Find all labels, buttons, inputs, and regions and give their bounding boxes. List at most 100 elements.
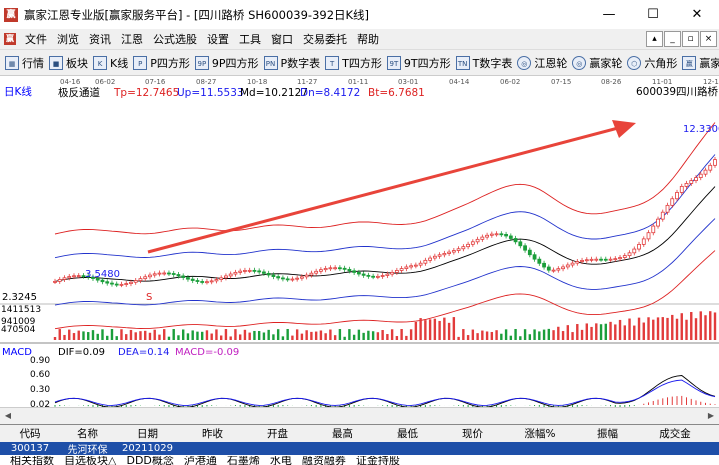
candle-body: [347, 268, 352, 272]
candle-body: [632, 248, 637, 254]
macd-axis: 0.900.600.300.02: [30, 356, 50, 410]
candle-body: [181, 275, 186, 278]
column-header[interactable]: 最低: [375, 426, 440, 441]
volume-bar: [628, 318, 631, 340]
column-header[interactable]: 名称: [60, 426, 115, 441]
volume-bar: [500, 333, 503, 340]
bt-value: Bt=6.7681: [368, 87, 425, 99]
kline-chart[interactable]: 04-16 06-02 07-16 08-27 10-18 11-27 01-11 03-01…: [0, 76, 719, 410]
macd-dif: DIF=0.09: [58, 347, 105, 358]
menu-browse[interactable]: 浏览: [52, 31, 84, 47]
sector-tab[interactable]: 证金持股: [356, 456, 400, 465]
volume-bar: [538, 331, 541, 340]
column-header[interactable]: 代码: [0, 426, 60, 441]
table-cell: 300137: [10, 443, 50, 454]
column-header[interactable]: 日期: [115, 426, 180, 441]
menu-help[interactable]: 帮助: [352, 31, 384, 47]
volume-bar: [395, 336, 399, 340]
candle-body: [594, 258, 599, 261]
close-button[interactable]: ✕: [675, 0, 719, 29]
candle-body: [195, 280, 200, 282]
toolbar-winner-wheel-button[interactable]: ◎ 赢家轮: [572, 55, 622, 71]
menu-gann[interactable]: 江恩: [116, 31, 148, 47]
trend-arrow-icon: [147, 120, 636, 254]
sector-tab[interactable]: 自选板块△: [64, 456, 116, 465]
menu-settings[interactable]: 设置: [202, 31, 234, 47]
mdi-up-button[interactable]: ▴: [646, 31, 663, 47]
candle-body: [290, 278, 295, 281]
band-mid: [54, 186, 716, 282]
menu-tools[interactable]: 工具: [234, 31, 266, 47]
candle-body: [114, 283, 119, 286]
menu-window[interactable]: 窗口: [266, 31, 298, 47]
candle-body: [171, 273, 176, 275]
sector-tab[interactable]: 相关指数: [10, 456, 54, 465]
sector-tab[interactable]: 融资融券: [302, 456, 346, 465]
volume-bar: [267, 329, 270, 340]
column-header[interactable]: 现价: [440, 426, 505, 441]
candle-body: [257, 270, 262, 273]
mdi-restore-button[interactable]: ▫: [682, 31, 699, 47]
menu-trade[interactable]: 交易委托: [298, 31, 352, 47]
candle-body: [713, 159, 717, 166]
toolbar-p-square-button[interactable]: P P四方形: [133, 55, 190, 71]
scroll-right-icon[interactable]: ▶: [705, 410, 717, 422]
column-header[interactable]: 昨收: [180, 426, 245, 441]
mdi-minimize-button[interactable]: _: [664, 31, 681, 47]
candle-body: [62, 277, 67, 280]
dn-value: Dn=8.4172: [300, 87, 360, 99]
volume-bar: [671, 314, 674, 340]
toolbar-hexagon-button[interactable]: ⬡ 六角形: [627, 55, 677, 71]
p-square-icon: P: [133, 55, 148, 70]
volume-bar: [120, 329, 123, 340]
menu-file[interactable]: 文件: [20, 31, 52, 47]
k-line-icon: K: [93, 55, 107, 70]
scroll-left-icon[interactable]: ◀: [2, 410, 14, 422]
toolbar-9p-square-button[interactable]: 9P 9P四方形: [194, 55, 259, 71]
toolbar-k-line-button[interactable]: K K线: [93, 55, 128, 71]
column-header[interactable]: 最高: [310, 426, 375, 441]
table-row[interactable]: 300137 先河环保 20211029: [0, 442, 719, 456]
volume-bar: [666, 317, 669, 340]
mdi-close-button[interactable]: ×: [700, 31, 717, 47]
toolbar-t-square-button[interactable]: T T四方形: [325, 55, 382, 71]
volume-bar: [362, 332, 365, 340]
volume-bar: [571, 332, 574, 340]
toolbar-gann-wheel-button[interactable]: ◎ 江恩轮: [517, 55, 567, 71]
sector-tab[interactable]: 水电: [270, 456, 292, 465]
volume-bar: [452, 317, 456, 340]
menu-info[interactable]: 资讯: [84, 31, 116, 47]
winner-wheel-icon: ◎: [572, 55, 587, 70]
volume-bar: [310, 331, 313, 340]
column-header[interactable]: 涨幅%: [505, 426, 575, 441]
md-value: Md=10.2127: [240, 87, 308, 99]
candle-body: [152, 273, 157, 276]
toolbar-9t-square-button[interactable]: 9T 9T四方形: [386, 55, 451, 71]
macd-chart: [54, 375, 716, 409]
menu-bar: 赢 文件 浏览 资讯 江恩 公式选股 设置 工具 窗口 交易委托 帮助 ▴ _ …: [0, 29, 719, 50]
mid-price-label: 3.5480: [85, 269, 120, 280]
column-header[interactable]: 开盘: [245, 426, 310, 441]
maximize-button[interactable]: ☐: [631, 0, 675, 29]
candle-body: [447, 251, 452, 254]
column-header[interactable]: 成交金: [640, 426, 710, 441]
candle-body: [542, 262, 546, 268]
toolbar-t-table-button[interactable]: TN T数字表: [455, 55, 512, 71]
macd-value: MACD=-0.09: [175, 347, 239, 358]
candle-body: [333, 267, 338, 270]
horizontal-scrollbar[interactable]: ◀ ▶: [0, 407, 719, 424]
sector-tab[interactable]: 石墨烯: [227, 456, 260, 465]
column-header[interactable]: 振幅: [575, 426, 640, 441]
chart-area[interactable]: 04-16 06-02 07-16 08-27 10-18 11-27 01-11 03-01…: [0, 76, 719, 410]
toolbar-service-button[interactable]: 赢赢家服务: [682, 55, 719, 71]
sector-tab[interactable]: 泸港通: [184, 456, 217, 465]
toolbar-block-button[interactable]: ■ 板块: [49, 55, 88, 71]
sector-tab[interactable]: DDD概念: [126, 456, 173, 465]
minimize-button[interactable]: —: [587, 0, 631, 29]
candle-body: [243, 270, 247, 272]
toolbar-p-table-button[interactable]: PN P数字表: [263, 55, 320, 71]
toolbar-grid-button[interactable]: ▦ 行情: [5, 55, 44, 71]
candle-body: [148, 274, 152, 278]
candle-body: [314, 270, 319, 274]
menu-formula[interactable]: 公式选股: [148, 31, 202, 47]
